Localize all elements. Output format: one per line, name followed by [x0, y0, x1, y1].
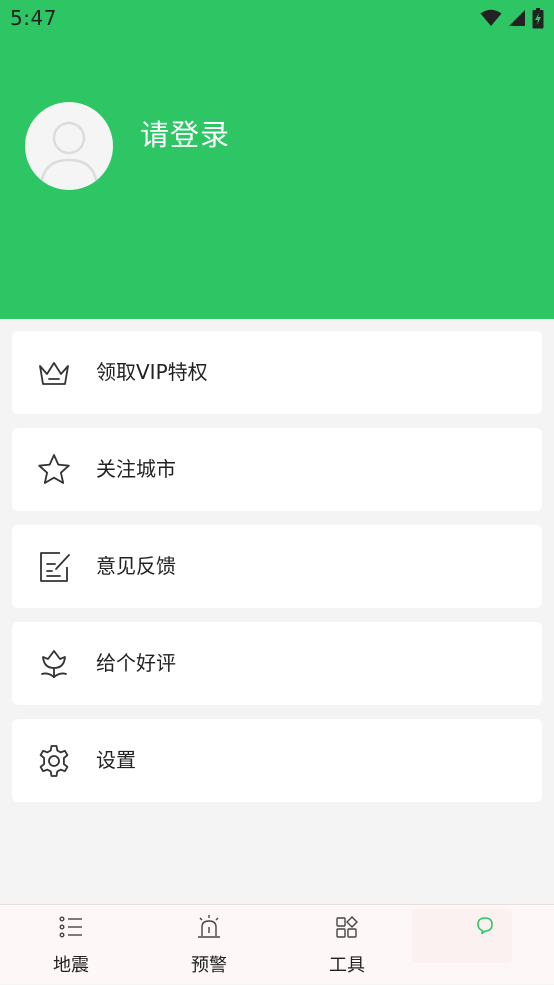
- menu-item-rate[interactable]: 给个好评: [12, 622, 542, 705]
- tab-label-warning: 预警: [191, 955, 227, 976]
- menu-item-follow-city[interactable]: 关注城市: [12, 428, 542, 511]
- feedback-icon: [40, 552, 70, 582]
- tab-label-tools: 工具: [329, 955, 365, 976]
- tab-earthquake[interactable]: 地震: [2, 905, 140, 985]
- menu-item-settings[interactable]: 设置: [12, 719, 542, 802]
- status-icons: [480, 7, 544, 29]
- status-time: 5:47: [10, 6, 57, 30]
- alarm-icon: [198, 915, 220, 938]
- menu-item-feedback[interactable]: 意见反馈: [12, 525, 542, 608]
- star-icon: [38, 454, 70, 484]
- tab-profile[interactable]: [416, 905, 554, 985]
- menu-list: 领取VIP特权 关注城市 意见反馈 给个好评 设置: [12, 331, 542, 816]
- profile-bubble-icon: [477, 917, 493, 935]
- tab-label-earthquake: 地震: [53, 955, 89, 976]
- profile-header: 5:47 请登录: [0, 0, 554, 319]
- avatar[interactable]: [25, 102, 113, 190]
- menu-label-rate: 给个好评: [96, 651, 176, 675]
- default-user-icon: [39, 121, 99, 190]
- menu-label-vip: 领取VIP特权: [96, 360, 208, 384]
- list-icon: [59, 916, 82, 938]
- menu-label-feedback: 意见反馈: [96, 554, 176, 578]
- tools-icon: [336, 916, 358, 938]
- bottom-tab-bar: 地震 预警 工具: [0, 904, 554, 984]
- menu-item-vip[interactable]: 领取VIP特权: [12, 331, 542, 414]
- login-prompt[interactable]: 请登录: [140, 112, 230, 154]
- menu-label-follow-city: 关注城市: [96, 457, 176, 481]
- menu-label-settings: 设置: [96, 748, 136, 772]
- battery-icon: [532, 7, 544, 28]
- crown-icon: [39, 362, 69, 385]
- flower-icon: [41, 650, 67, 678]
- tab-tools[interactable]: 工具: [278, 905, 416, 985]
- signal-icon: [509, 10, 525, 26]
- wifi-icon: [480, 9, 502, 26]
- tab-warning[interactable]: 预警: [140, 905, 278, 985]
- gear-icon: [39, 745, 69, 777]
- status-bar: 5:47: [0, 0, 554, 38]
